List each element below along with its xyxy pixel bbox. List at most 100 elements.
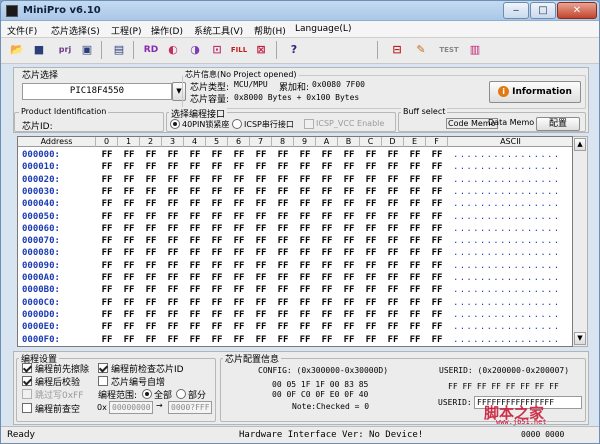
hex-cell[interactable]: FF [96, 223, 118, 235]
hex-cell[interactable]: FF [338, 174, 360, 186]
hex-cell[interactable]: FF [228, 309, 250, 321]
close-button[interactable]: ✕ [557, 2, 597, 19]
hex-cell[interactable]: FF [228, 247, 250, 259]
hex-cell[interactable]: FF [338, 235, 360, 247]
hex-cell[interactable]: FF [206, 284, 228, 296]
hex-cell[interactable]: FF [382, 198, 404, 210]
information-button[interactable]: i Information [489, 81, 581, 103]
hex-cell[interactable]: FF [426, 211, 448, 223]
hex-cell[interactable]: FF [426, 260, 448, 272]
hex-cell[interactable]: FF [338, 247, 360, 259]
hex-cell[interactable]: FF [96, 186, 118, 198]
hex-cell[interactable]: FF [140, 334, 162, 346]
hex-cell[interactable]: FF [360, 211, 382, 223]
hex-cell[interactable]: FF [96, 235, 118, 247]
hex-cell[interactable]: FF [118, 198, 140, 210]
hex-cell[interactable]: FF [96, 284, 118, 296]
hex-cell[interactable]: FF [338, 309, 360, 321]
hex-cell[interactable]: FF [360, 334, 382, 346]
erase-before-checkbox[interactable] [22, 363, 32, 373]
hex-cell[interactable]: FF [96, 149, 118, 161]
hex-cell[interactable]: FF [184, 321, 206, 333]
check-blank-checkbox[interactable] [22, 403, 32, 413]
hex-cell[interactable]: FF [426, 149, 448, 161]
hex-cell[interactable]: FF [316, 297, 338, 309]
hex-cell[interactable]: FF [206, 198, 228, 210]
hex-cell[interactable]: FF [404, 198, 426, 210]
hex-cell[interactable]: FF [338, 284, 360, 296]
hex-cell[interactable]: FF [250, 223, 272, 235]
hex-cell[interactable]: FF [162, 247, 184, 259]
hex-cell[interactable]: FF [360, 149, 382, 161]
hex-cell[interactable]: FF [140, 186, 162, 198]
hex-cell[interactable]: FF [316, 260, 338, 272]
hex-cell[interactable]: FF [228, 272, 250, 284]
hex-cell[interactable]: FF [184, 334, 206, 346]
hex-cell[interactable]: FF [338, 211, 360, 223]
hex-cell[interactable]: FF [140, 260, 162, 272]
range-part-radio[interactable] [176, 389, 186, 399]
hex-cell[interactable]: FF [360, 321, 382, 333]
range-from-field[interactable]: 00000000 [109, 401, 153, 414]
hex-cell[interactable]: FF [96, 321, 118, 333]
hex-cell[interactable]: FF [140, 284, 162, 296]
hex-cell[interactable]: FF [162, 149, 184, 161]
hex-cell[interactable]: FF [272, 198, 294, 210]
hex-cell[interactable]: FF [294, 198, 316, 210]
hex-cell[interactable]: FF [96, 247, 118, 259]
range-to-field[interactable]: 0000?FFF [168, 401, 212, 414]
menu-language[interactable]: Language(L) [295, 24, 351, 34]
hex-cell[interactable]: FF [162, 309, 184, 321]
hex-cell[interactable]: FF [338, 161, 360, 173]
hex-cell[interactable]: FF [360, 161, 382, 173]
hex-cell[interactable]: FF [118, 247, 140, 259]
hex-cell[interactable]: FF [228, 235, 250, 247]
hex-cell[interactable]: FF [250, 174, 272, 186]
hex-cell[interactable]: FF [162, 161, 184, 173]
hex-cell[interactable]: FF [404, 247, 426, 259]
hex-cell[interactable]: FF [382, 321, 404, 333]
hex-cell[interactable]: FF [96, 260, 118, 272]
hex-cell[interactable]: FF [250, 235, 272, 247]
hex-grid[interactable]: Address 0 1 2 3 4 5 6 7 8 9 A B C D E F ASCII 000000: FF FF… [17, 136, 573, 347]
hex-cell[interactable]: FF [140, 235, 162, 247]
skip-ff-checkbox[interactable] [22, 389, 32, 399]
hex-cell[interactable]: FF [184, 297, 206, 309]
hex-cell[interactable]: FF [426, 235, 448, 247]
hex-cell[interactable]: FF [206, 297, 228, 309]
hex-cell[interactable]: FF [404, 174, 426, 186]
icsp-vcc-checkbox[interactable] [304, 119, 314, 129]
hex-cell[interactable]: FF [184, 186, 206, 198]
hex-cell[interactable]: FF [250, 149, 272, 161]
hex-cell[interactable]: FF [404, 149, 426, 161]
hex-cell[interactable]: FF [162, 186, 184, 198]
hex-cell[interactable]: FF [228, 174, 250, 186]
hex-cell[interactable]: FF [316, 321, 338, 333]
hex-cell[interactable]: FF [294, 149, 316, 161]
hex-cell[interactable]: FF [426, 223, 448, 235]
erase-icon[interactable]: ⊠ [251, 40, 271, 60]
hex-cell[interactable]: FF [162, 272, 184, 284]
hex-cell[interactable]: FF [162, 174, 184, 186]
config-button[interactable]: 配置 [536, 117, 580, 131]
hex-cell[interactable]: FF [316, 247, 338, 259]
hex-cell[interactable]: FF [250, 321, 272, 333]
hex-cell[interactable]: FF [404, 321, 426, 333]
hex-cell[interactable]: FF [382, 223, 404, 235]
hex-cell[interactable]: FF [294, 272, 316, 284]
auto-inc-checkbox[interactable] [98, 376, 108, 386]
test-icon[interactable]: TEST [439, 40, 459, 60]
verify-icon[interactable]: ◑ [185, 40, 205, 60]
hex-cell[interactable]: FF [118, 260, 140, 272]
hex-cell[interactable]: FF [206, 309, 228, 321]
hex-cell[interactable]: FF [426, 247, 448, 259]
hex-cell[interactable]: FF [250, 161, 272, 173]
hex-cell[interactable]: FF [250, 247, 272, 259]
hex-cell[interactable]: FF [228, 284, 250, 296]
hex-cell[interactable]: FF [118, 321, 140, 333]
hex-cell[interactable]: FF [272, 321, 294, 333]
hex-cell[interactable]: FF [294, 321, 316, 333]
radio-40pin[interactable] [170, 119, 180, 129]
hex-cell[interactable]: FF [316, 211, 338, 223]
hex-cell[interactable]: FF [272, 235, 294, 247]
